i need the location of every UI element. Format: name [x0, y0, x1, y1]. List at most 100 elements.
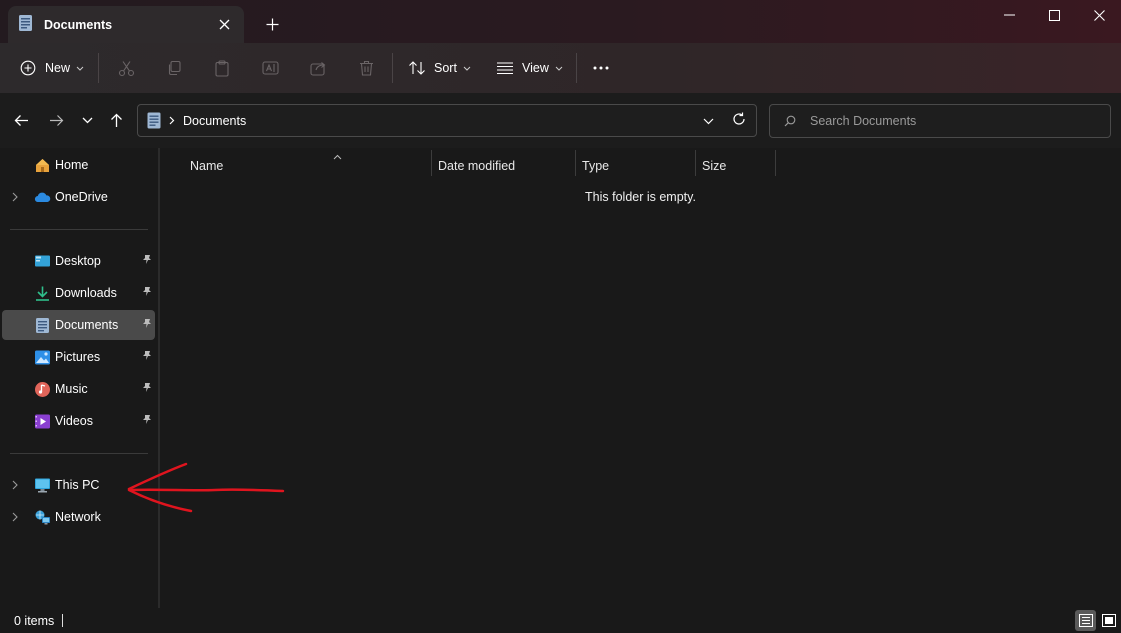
rename-icon	[261, 60, 279, 76]
sidebar-item-home[interactable]: Home	[2, 150, 155, 180]
new-button-label: New	[45, 61, 71, 75]
column-separator[interactable]	[431, 150, 432, 176]
arrow-left-icon	[14, 114, 29, 127]
chevron-right-icon[interactable]	[12, 511, 18, 525]
column-header-name[interactable]: Name	[190, 154, 430, 178]
sidebar-item-videos[interactable]: Videos	[2, 406, 155, 436]
home-icon	[34, 157, 51, 174]
view-button[interactable]: View	[494, 51, 564, 85]
cut-button[interactable]	[116, 51, 136, 85]
copy-icon	[166, 60, 182, 76]
sidebar-item-label: Documents	[55, 318, 119, 332]
sidebar-item-label: Desktop	[55, 254, 101, 268]
sidebar-item-network[interactable]: Network	[2, 502, 155, 532]
computer-icon	[34, 477, 51, 494]
sidebar-item-label: Pictures	[55, 350, 101, 364]
column-header-label: Type	[582, 159, 610, 173]
up-button[interactable]	[104, 108, 128, 132]
address-bar[interactable]: Documents	[137, 104, 757, 137]
share-button[interactable]	[308, 51, 328, 85]
pin-icon[interactable]	[142, 382, 152, 396]
column-header-type[interactable]: Type	[582, 154, 694, 178]
sidebar-item-label: Videos	[55, 414, 93, 428]
column-separator[interactable]	[695, 150, 696, 176]
pin-icon[interactable]	[142, 350, 152, 364]
column-header-size[interactable]: Size	[702, 154, 774, 178]
document-folder-icon	[147, 112, 161, 129]
chevron-right-icon[interactable]	[12, 479, 18, 493]
address-dropdown-icon[interactable]	[703, 118, 714, 125]
search-box[interactable]	[769, 104, 1111, 138]
chevron-right-icon[interactable]	[12, 191, 18, 205]
large-icons-view-button[interactable]	[1098, 610, 1119, 631]
forward-button[interactable]	[44, 108, 68, 132]
column-header-label: Name	[190, 159, 224, 173]
column-separator[interactable]	[775, 150, 776, 176]
plus-circle-icon	[20, 60, 36, 76]
status-divider	[62, 614, 63, 627]
sidebar-item-label: This PC	[55, 478, 100, 492]
search-input[interactable]	[810, 114, 1090, 128]
column-header-date-modified[interactable]: Date modified	[438, 154, 574, 178]
sidebar-item-downloads[interactable]: Downloads	[2, 278, 155, 308]
title-bar: Documents	[0, 0, 1121, 43]
pin-icon[interactable]	[142, 318, 152, 332]
sidebar-item-label: Network	[55, 510, 101, 524]
sidebar-item-documents[interactable]: Documents	[2, 310, 155, 340]
sidebar-item-desktop[interactable]: Desktop	[2, 246, 155, 276]
sidebar-item-label: OneDrive	[55, 190, 108, 204]
pin-icon[interactable]	[142, 414, 152, 428]
details-view-button[interactable]	[1075, 610, 1096, 631]
maximize-button[interactable]	[1031, 0, 1077, 30]
network-icon	[34, 509, 51, 526]
clipboard-icon	[214, 59, 230, 77]
sidebar-item-onedrive[interactable]: OneDrive	[2, 182, 155, 212]
breadcrumb-chevron-icon[interactable]	[169, 116, 175, 125]
large-icons-view-icon	[1101, 614, 1116, 627]
copy-button[interactable]	[164, 51, 184, 85]
pin-icon[interactable]	[142, 286, 152, 300]
close-tab-icon[interactable]	[214, 15, 234, 35]
cloud-icon	[34, 189, 51, 206]
rename-button[interactable]	[260, 51, 280, 85]
close-window-button[interactable]	[1076, 0, 1121, 30]
item-count: 0 items	[14, 614, 55, 628]
music-icon	[34, 381, 51, 398]
document-folder-icon	[18, 14, 34, 35]
back-button[interactable]	[9, 108, 33, 132]
status-bar: 0 items	[0, 608, 1121, 633]
arrow-right-icon	[49, 114, 64, 127]
sidebar-item-pictures[interactable]: Pictures	[2, 342, 155, 372]
details-view-icon	[1078, 614, 1093, 627]
chevron-down-icon	[463, 66, 471, 71]
tab-title: Documents	[44, 17, 113, 32]
sidebar-item-music[interactable]: Music	[2, 374, 155, 404]
chevron-down-icon	[555, 66, 563, 71]
pictures-icon	[34, 349, 51, 366]
share-icon	[309, 60, 327, 76]
delete-button[interactable]	[356, 51, 376, 85]
sort-ascending-icon	[333, 154, 342, 160]
sidebar-item-label: Downloads	[55, 286, 117, 300]
see-more-button[interactable]	[590, 51, 612, 85]
empty-folder-message: This folder is empty.	[585, 190, 696, 204]
paste-button[interactable]	[212, 51, 232, 85]
new-tab-button[interactable]	[260, 12, 284, 36]
document-folder-icon	[34, 317, 51, 334]
download-icon	[34, 285, 51, 302]
view-list-icon	[496, 61, 514, 75]
recent-locations-button[interactable]	[75, 108, 99, 132]
sidebar-divider	[10, 453, 148, 454]
pin-icon[interactable]	[142, 254, 152, 268]
new-button[interactable]: New	[12, 51, 88, 85]
minimize-button[interactable]	[986, 0, 1032, 30]
breadcrumb-documents[interactable]: Documents	[183, 114, 246, 128]
column-separator[interactable]	[575, 150, 576, 176]
trash-icon	[359, 60, 374, 76]
refresh-icon[interactable]	[732, 112, 746, 126]
command-bar: New Sort View	[0, 43, 1121, 93]
sidebar-item-this-pc[interactable]: This PC	[2, 470, 155, 500]
tab-documents[interactable]: Documents	[8, 6, 244, 43]
sidebar-divider	[10, 229, 148, 230]
sort-button[interactable]: Sort	[406, 51, 474, 85]
